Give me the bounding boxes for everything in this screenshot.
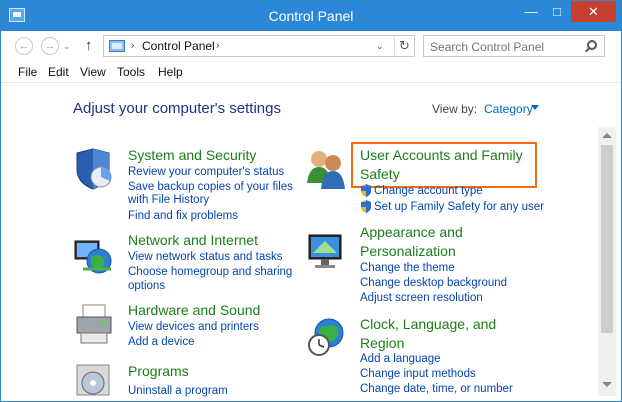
vertical-scrollbar[interactable] xyxy=(598,127,616,396)
programs-disc-icon[interactable] xyxy=(73,361,117,397)
navigation-bar: ← → ⌄ ↑ › Control Panel › ⌄ ↻ xyxy=(1,31,621,61)
printer-icon[interactable] xyxy=(73,303,117,347)
category-appearance[interactable]: Appearance and xyxy=(360,223,463,242)
recent-locations-dropdown[interactable]: ⌄ xyxy=(63,39,75,53)
control-panel-location-icon xyxy=(109,40,125,52)
menu-edit[interactable]: Edit xyxy=(48,65,69,79)
breadcrumb-chevron-icon[interactable]: › xyxy=(131,39,134,53)
scroll-down-arrow-icon[interactable] xyxy=(602,382,612,387)
refresh-button[interactable]: ↻ xyxy=(394,37,414,55)
user-accounts-icon[interactable] xyxy=(305,147,349,191)
link-network-status[interactable]: View network status and tasks xyxy=(128,250,282,265)
link-homegroup-sharing[interactable]: Choose homegroup and sharing xyxy=(128,265,292,280)
category-system-and-security[interactable]: System and Security xyxy=(128,146,256,165)
chevron-down-icon[interactable] xyxy=(531,105,539,110)
appearance-monitor-icon[interactable] xyxy=(305,231,349,271)
search-icon[interactable] xyxy=(587,40,597,50)
link-devices-printers[interactable]: View devices and printers xyxy=(128,320,259,335)
link-change-account-type[interactable]: Change account type xyxy=(374,184,483,199)
link-homegroup-sharing-cont[interactable]: options xyxy=(128,279,165,294)
uac-shield-icon xyxy=(360,200,372,213)
clock-globe-icon[interactable] xyxy=(305,315,349,359)
menu-help[interactable]: Help xyxy=(158,65,183,79)
page-heading: Adjust your computer's settings xyxy=(73,100,281,117)
menu-bar: File Edit View Tools Help xyxy=(1,61,621,83)
menu-view[interactable]: View xyxy=(80,65,106,79)
maximize-button[interactable]: □ xyxy=(544,1,570,22)
search-input[interactable] xyxy=(430,39,580,54)
network-globe-icon[interactable] xyxy=(73,235,117,279)
category-user-accounts-cont[interactable]: Safety xyxy=(360,165,400,184)
minimize-button[interactable]: — xyxy=(518,1,544,22)
category-clock-language-region[interactable]: Clock, Language, and xyxy=(360,315,496,334)
menu-file[interactable]: File xyxy=(18,65,37,79)
up-button[interactable]: ↑ xyxy=(85,36,99,56)
link-change-theme[interactable]: Change the theme xyxy=(360,261,455,276)
scroll-up-arrow-icon[interactable] xyxy=(602,133,612,138)
view-by-label: View by: xyxy=(432,102,478,116)
link-save-backup-cont[interactable]: with File History xyxy=(128,193,209,208)
control-panel-window: Control Panel — □ ✕ ← → ⌄ ↑ › Control Pa… xyxy=(0,0,622,402)
back-button[interactable]: ← xyxy=(15,37,33,55)
address-bar[interactable]: › Control Panel › ⌄ ↻ xyxy=(103,35,415,57)
view-by-dropdown[interactable]: Category xyxy=(484,102,533,116)
scrollbar-thumb[interactable] xyxy=(601,145,613,333)
link-screen-resolution[interactable]: Adjust screen resolution xyxy=(360,291,483,306)
link-desktop-background[interactable]: Change desktop background xyxy=(360,276,507,291)
breadcrumb-control-panel[interactable]: Control Panel xyxy=(142,39,215,54)
category-appearance-cont[interactable]: Personalization xyxy=(360,242,456,261)
link-family-safety[interactable]: Set up Family Safety for any user xyxy=(374,200,544,215)
category-network-and-internet[interactable]: Network and Internet xyxy=(128,231,258,250)
forward-button[interactable]: → xyxy=(41,37,59,55)
category-clock-language-region-cont[interactable]: Region xyxy=(360,334,404,353)
category-hardware-and-sound[interactable]: Hardware and Sound xyxy=(128,301,260,320)
link-add-language[interactable]: Add a language xyxy=(360,352,441,367)
title-bar[interactable]: Control Panel — □ ✕ xyxy=(1,1,621,31)
close-button[interactable]: ✕ xyxy=(571,1,616,22)
system-security-shield-icon[interactable] xyxy=(73,147,117,191)
link-date-time-format[interactable]: Change date, time, or number xyxy=(360,382,513,397)
menu-tools[interactable]: Tools xyxy=(117,65,145,79)
category-programs[interactable]: Programs xyxy=(128,362,189,381)
link-review-status[interactable]: Review your computer's status xyxy=(128,165,284,180)
link-add-device[interactable]: Add a device xyxy=(128,335,195,350)
search-box[interactable] xyxy=(423,35,605,57)
category-user-accounts[interactable]: User Accounts and Family xyxy=(360,146,523,165)
link-find-fix-problems[interactable]: Find and fix problems xyxy=(128,209,238,224)
link-input-methods[interactable]: Change input methods xyxy=(360,367,476,382)
uac-shield-icon xyxy=(360,184,372,197)
breadcrumb-chevron-icon[interactable]: › xyxy=(216,39,219,53)
link-uninstall-program[interactable]: Uninstall a program xyxy=(128,384,228,399)
address-history-dropdown[interactable]: ⌄ xyxy=(376,39,384,53)
